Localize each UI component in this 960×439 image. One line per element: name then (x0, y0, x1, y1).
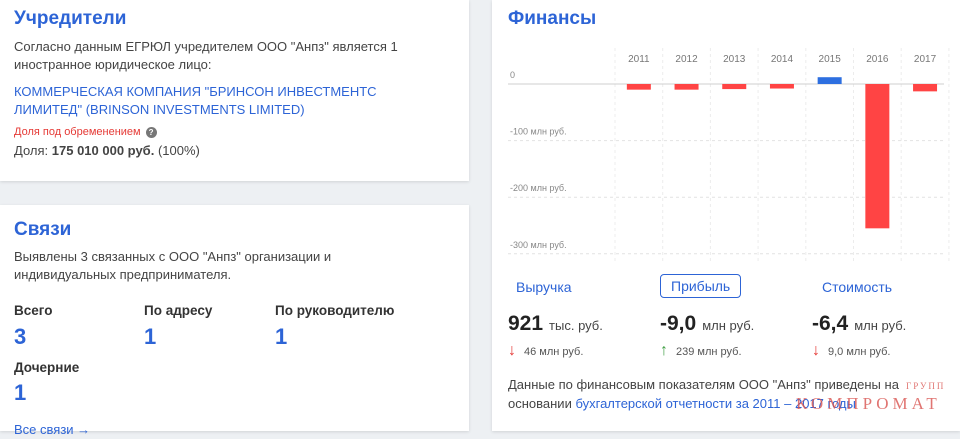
revenue-delta-value: 46 млн руб. (524, 346, 584, 358)
watermark-text: КОМПРОМАТ (796, 394, 941, 413)
founder-company-line2: ЛИМИТЕД" (BRINSON INVESTMENTS LIMITED) (14, 102, 305, 117)
value-value: -6,4 (812, 312, 849, 335)
stat-subsidiaries-value[interactable]: 1 (14, 380, 26, 406)
profit-delta-value: 239 млн руб. (676, 346, 742, 358)
x-tick-label: 2015 (819, 54, 842, 65)
arrow-down-icon: ↓ (508, 342, 516, 359)
stat-subsidiaries-label: Дочерние (14, 360, 80, 375)
value-delta-value: 9,0 млн руб. (828, 346, 891, 358)
arrow-up-icon: ↑ (660, 342, 668, 359)
y-tick-label: -100 млн руб. (510, 127, 567, 137)
links-description: Выявлены 3 связанных с ООО "Анпз" органи… (14, 249, 332, 282)
revenue-value: 921 (508, 312, 544, 335)
y-tick-label: -300 млн руб. (510, 240, 567, 250)
tab-revenue[interactable]: Выручка (516, 279, 572, 295)
x-tick-label: 2014 (771, 54, 794, 65)
profit-delta: ↑ 239 млн руб. (660, 342, 742, 360)
x-tick-label: 2012 (675, 54, 698, 65)
watermark-logo: ГРУПП КОМПРОМАТ (796, 381, 943, 414)
founders-card: Учредители Согласно данным ЕГРЮЛ учредит… (0, 0, 469, 181)
founder-company-link[interactable]: КОММЕРЧЕСКАЯ КОМПАНИЯ "БРИНСОН ИНВЕСТМЕН… (14, 83, 454, 119)
value-unit: млн руб. (854, 318, 907, 333)
chart-bar (722, 84, 747, 90)
tab-profit[interactable]: Прибыль (660, 274, 742, 298)
founders-title: Учредители (14, 8, 127, 29)
share-line: Доля: 175 010 000 руб. (100%) (14, 142, 200, 160)
encumbrance-label: Доля под обременением (14, 126, 141, 138)
profit-metric: -9,0 млн руб. (660, 312, 754, 336)
share-value: 175 010 000 руб. (51, 143, 155, 158)
chart-bar (626, 84, 651, 90)
watermark-small-text: ГРУПП (906, 381, 946, 391)
all-links-link[interactable]: Все связи → (14, 421, 90, 439)
chart-bar (769, 84, 794, 89)
chart-bar (817, 77, 842, 84)
x-tick-label: 2017 (914, 54, 937, 65)
links-title: Связи (14, 219, 72, 240)
x-tick-label: 2016 (866, 54, 889, 65)
value-metric: -6,4 млн руб. (812, 312, 906, 336)
stat-manager-label: По руководителю (275, 303, 395, 318)
founders-description: Согласно данным ЕГРЮЛ учредителем ООО "А… (14, 39, 398, 72)
stat-total-value[interactable]: 3 (14, 324, 26, 350)
profit-unit: млн руб. (702, 318, 755, 333)
stat-total-label: Всего (14, 303, 53, 318)
revenue-unit: тыс. руб. (549, 318, 603, 333)
revenue-metric: 921 тыс. руб. (508, 312, 603, 336)
finance-card: Финансы 0 -100 млн руб. -200 млн руб. -300 … (492, 0, 960, 431)
links-card: Связи Выявлены 3 связанных с ООО "Анпз" … (0, 205, 469, 437)
encumbrance-note: Доля под обременением? (14, 123, 157, 141)
stat-address-label: По адресу (144, 303, 213, 318)
x-tick-label: 2011 (628, 54, 650, 65)
x-tick-label: 2013 (723, 54, 746, 65)
tab-value[interactable]: Стоимость (822, 279, 892, 295)
question-icon[interactable]: ? (145, 126, 157, 138)
stat-address-value[interactable]: 1 (144, 324, 156, 350)
share-label: Доля: (14, 143, 49, 158)
founder-company-line1: КОММЕРЧЕСКАЯ КОМПАНИЯ "БРИНСОН ИНВЕСТМЕН… (14, 84, 377, 99)
revenue-delta: ↓ 46 млн руб. (508, 342, 583, 360)
chart-bar (865, 84, 890, 229)
share-percent: (100%) (157, 143, 200, 158)
y-tick-label: 0 (510, 70, 515, 80)
arrow-down-icon: ↓ (812, 342, 820, 359)
profit-chart: 0 -100 млн руб. -200 млн руб. -300 млн руб.… (508, 48, 950, 262)
chart-bar (674, 84, 699, 90)
chart-bar (913, 84, 938, 92)
stat-manager-value[interactable]: 1 (275, 324, 287, 350)
y-tick-label: -200 млн руб. (510, 183, 567, 193)
value-delta: ↓ 9,0 млн руб. (812, 342, 890, 360)
profit-value: -9,0 (660, 312, 697, 335)
